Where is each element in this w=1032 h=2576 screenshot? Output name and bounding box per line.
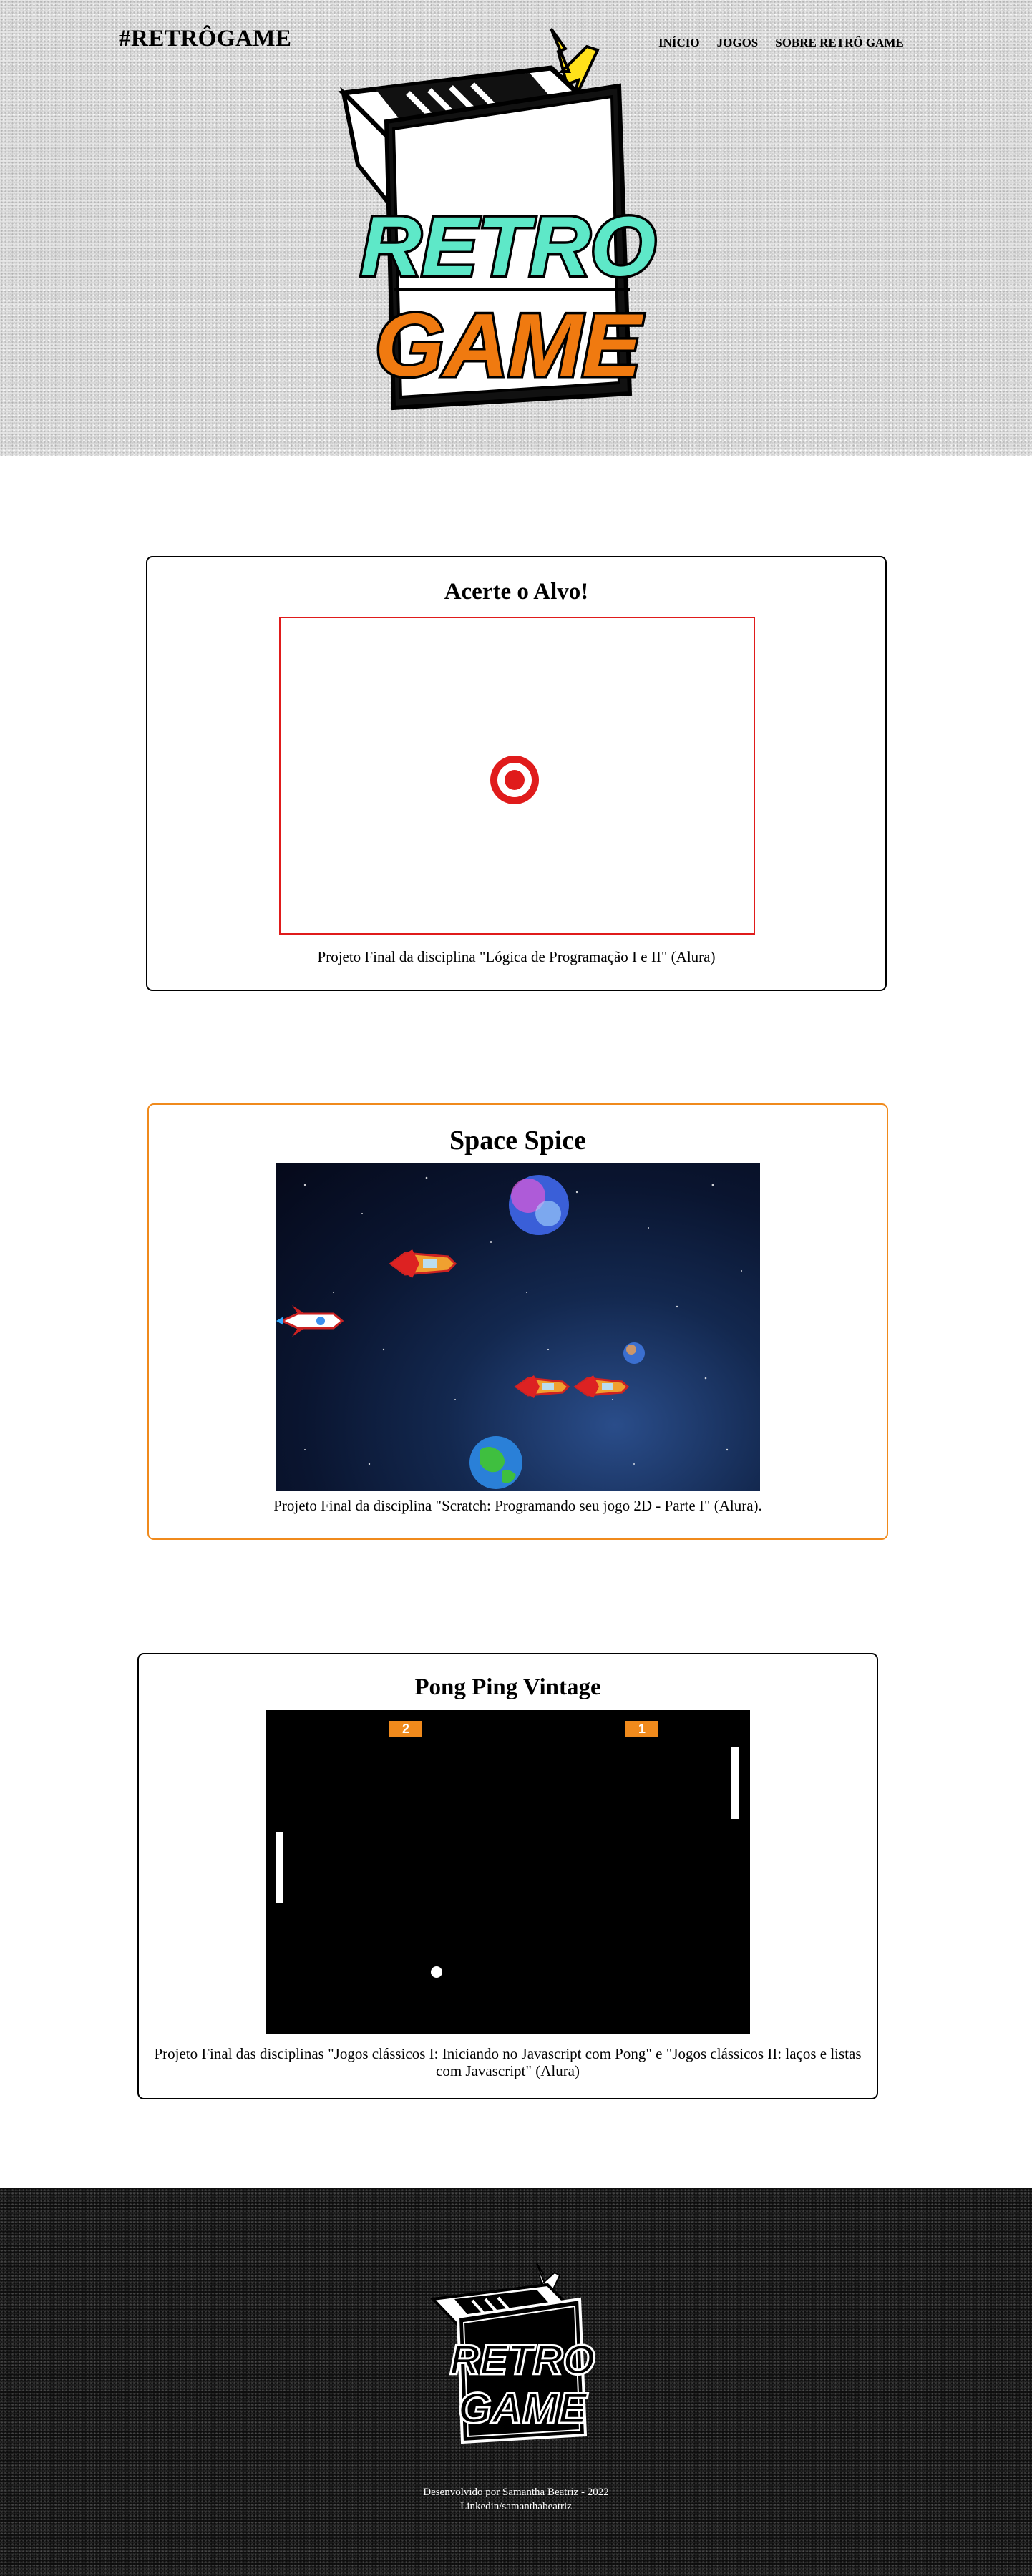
retro-game-footer-logo: RETRO GAME	[429, 2263, 596, 2444]
pong-scene: 2 1	[276, 1721, 739, 1978]
footer-credit: Desenvolvido por Samantha Beatriz - 2022	[423, 2487, 609, 2498]
score-left: 2	[402, 1722, 409, 1736]
earth-icon	[469, 1436, 522, 1489]
game-card-pong-ping-vintage: Pong Ping Vintage 2 1 Projeto Final das …	[137, 1653, 878, 2099]
enemy-ship-icon	[573, 1375, 630, 1398]
right-paddle	[731, 1747, 739, 1819]
site-header: #RETRÔGAME INÍCIO JOGOS SOBRE RETRÔ GAME	[0, 0, 1032, 456]
game-title: Acerte o Alvo!	[444, 579, 589, 605]
left-paddle	[276, 1832, 283, 1903]
main-nav: INÍCIO JOGOS SOBRE RETRÔ GAME	[658, 36, 904, 50]
planet-icon	[509, 1175, 569, 1235]
footer-linkedin-link[interactable]: Linkedin/samanthabeatriz	[0, 2500, 1032, 2514]
game-card-space-spice: Space Spice Projeto Final da disciplina …	[147, 1103, 888, 1540]
game-title: Pong Ping Vintage	[414, 1674, 601, 1700]
site-footer: RETRO GAME Desenvolvido por Samantha Bea…	[0, 2188, 1032, 2576]
target-game-canvas[interactable]	[279, 617, 755, 935]
footer-logo-word-game: GAME	[458, 2384, 588, 2432]
logo-word-game: GAME	[375, 296, 643, 395]
enemy-ship-icon	[389, 1249, 457, 1278]
site-brand[interactable]: #RETRÔGAME	[119, 26, 292, 52]
game-title: Space Spice	[449, 1126, 587, 1156]
space-scene	[276, 1175, 742, 1489]
target-icon-svg	[490, 756, 539, 804]
footer-logo-word-retro: RETRO	[450, 2337, 595, 2384]
retro-game-logo: RETRO GAME	[338, 27, 658, 411]
nav-link-sobre[interactable]: SOBRE RETRÔ GAME	[775, 36, 903, 50]
player-rocket-icon	[276, 1305, 344, 1337]
space-game-canvas[interactable]	[276, 1163, 760, 1491]
score-right: 1	[638, 1722, 646, 1736]
logo-word-retro: RETRO	[361, 200, 656, 294]
pong-ball	[431, 1966, 442, 1978]
game-caption: Projeto Final das disciplinas "Jogos clá…	[154, 2045, 862, 2079]
game-card-acerte-o-alvo: Acerte o Alvo! Projeto Final da discipli…	[146, 556, 887, 991]
game-caption: Projeto Final da disciplina "Scratch: Pr…	[273, 1497, 762, 1514]
pong-game-canvas[interactable]: 2 1	[266, 1710, 750, 2034]
enemy-ship-icon	[514, 1375, 570, 1398]
game-caption: Projeto Final da disciplina "Lógica de P…	[317, 948, 716, 965]
nav-link-jogos[interactable]: JOGOS	[717, 36, 759, 50]
